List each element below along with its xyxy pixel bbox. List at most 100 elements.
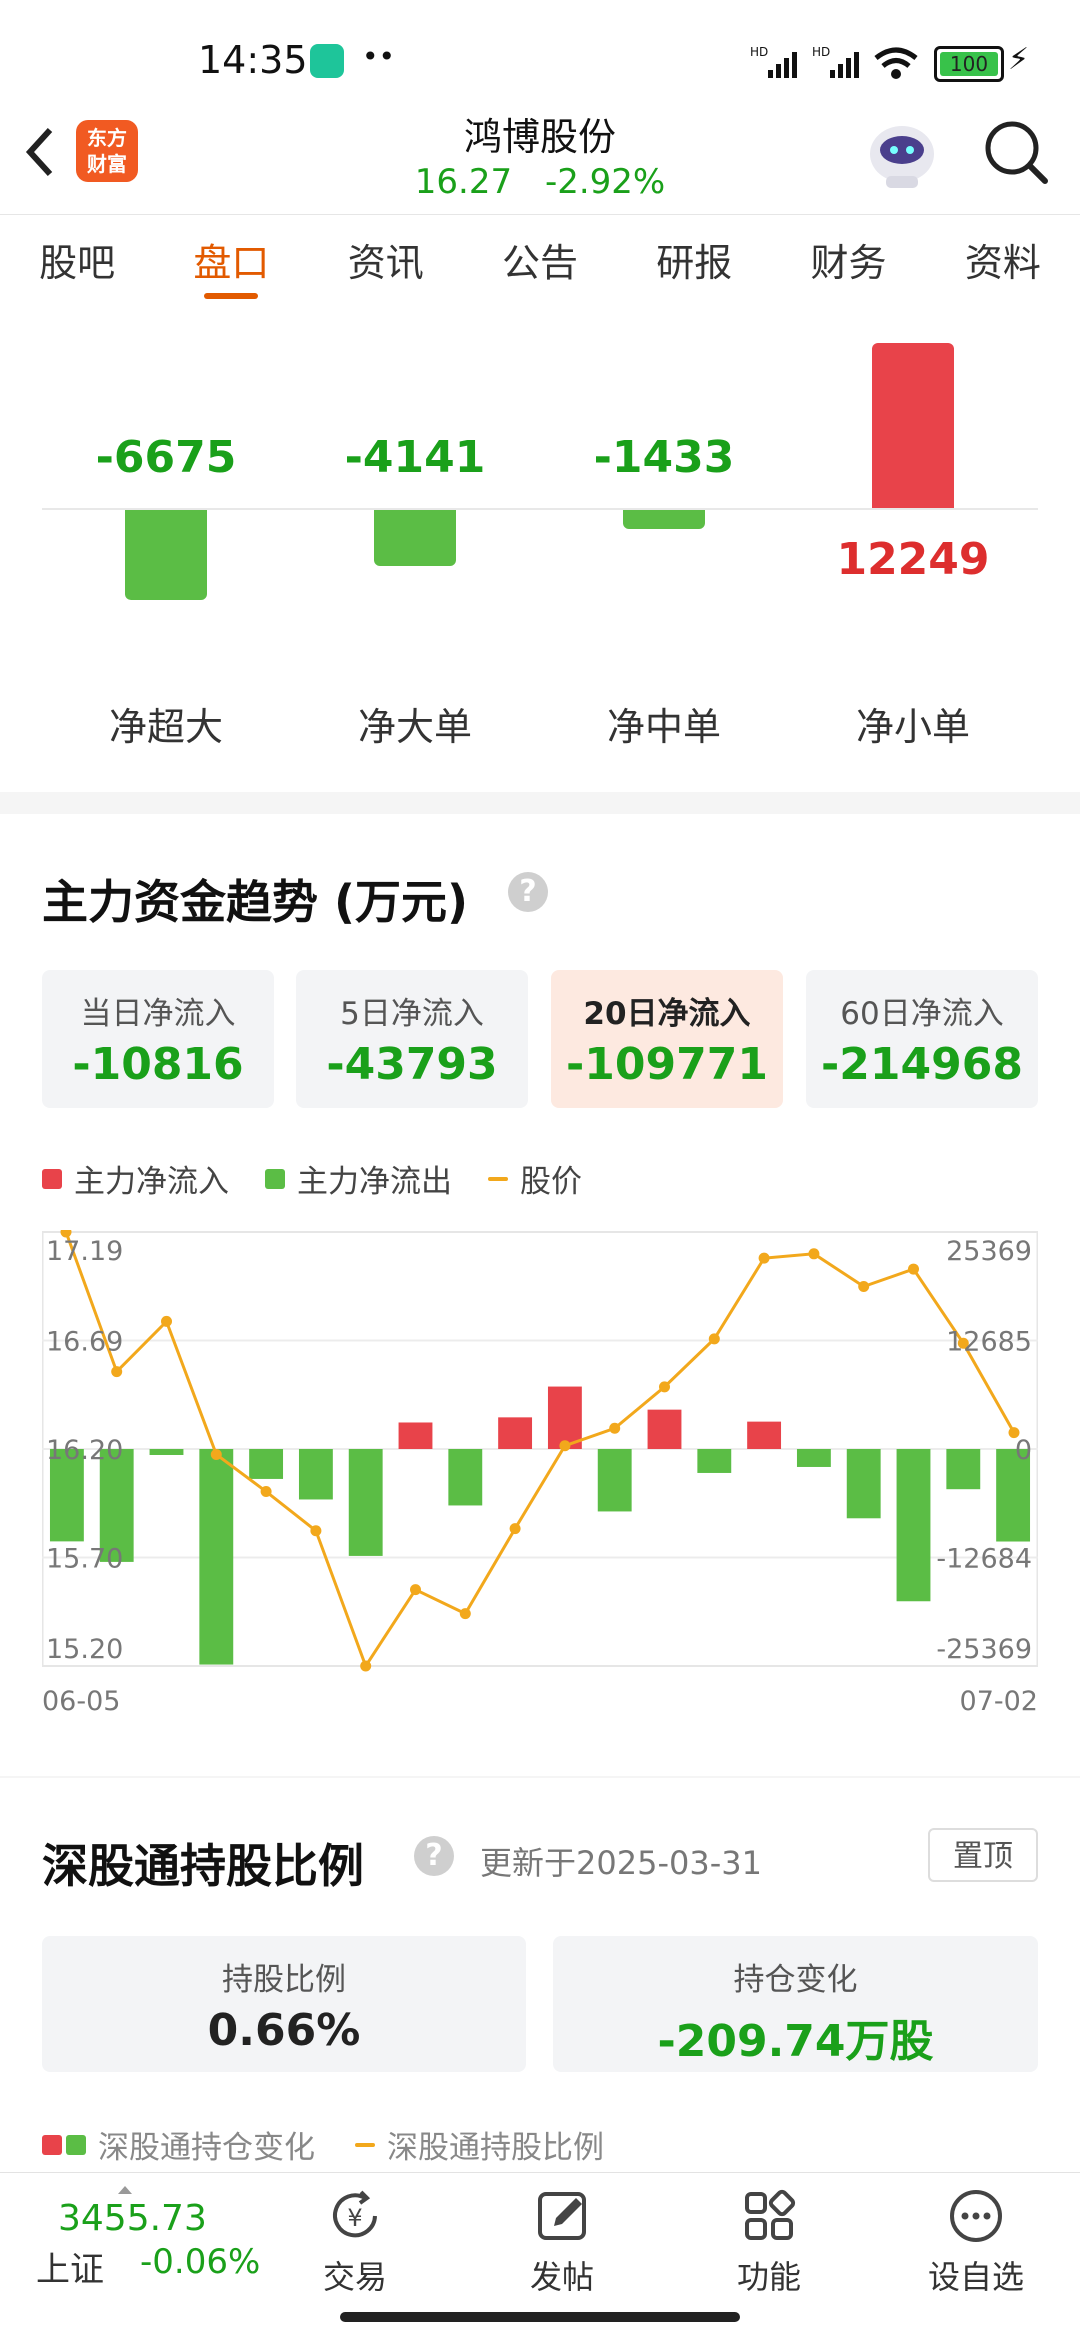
card-label: 60日净流入 <box>840 996 1004 1032</box>
price-point <box>410 1584 421 1596</box>
charging-icon: ⚡ <box>1008 42 1030 77</box>
nav-trade[interactable]: ¥ 交易 <box>280 2186 430 2298</box>
flow-bar <box>298 1449 333 1500</box>
battery-level: 100 <box>940 52 998 76</box>
tab-announcements[interactable]: 公告 <box>463 215 617 311</box>
holding-title: 深股通持股比例 <box>42 1839 364 1893</box>
net-flow-value-large: -4141 <box>344 432 486 483</box>
stock-change: -2.92% <box>544 162 666 202</box>
card-value: -209.74万股 <box>657 2016 934 2067</box>
price-point <box>908 1263 919 1275</box>
legend-holding-ratio: 深股通持股比例 <box>355 2122 604 2167</box>
svg-text:HD: HD <box>750 45 768 59</box>
x-end-label: 07-02 <box>960 1686 1038 1717</box>
price-point <box>708 1333 720 1345</box>
net-flow-bar-2 <box>623 510 705 530</box>
tab-finance[interactable]: 财务 <box>771 215 925 311</box>
right-tick-label: 0 <box>1015 1435 1032 1466</box>
holding-help-icon[interactable]: ? <box>414 1836 454 1876</box>
card-label: 20日净流入 <box>583 996 751 1032</box>
right-tick-label: 25369 <box>946 1236 1032 1267</box>
robot-assistant-icon[interactable] <box>862 116 942 192</box>
flow-bar <box>796 1449 831 1467</box>
right-tick-label: -25369 <box>936 1634 1032 1665</box>
flow-bar <box>199 1449 234 1665</box>
left-tick-label: 15.20 <box>46 1634 123 1665</box>
card-20day-inflow[interactable]: 20日净流入 -109771 <box>551 970 783 1108</box>
right-tick-label: -12684 <box>936 1544 1032 1575</box>
svg-text:HD: HD <box>812 45 830 59</box>
card-value: -10816 <box>72 1039 244 1090</box>
trend-chart[interactable]: 17.19 16.69 16.20 15.70 15.20 25369 12685 0 -126… <box>42 1230 1038 1720</box>
more-notifications-icon: •• <box>362 40 396 73</box>
flow-bar <box>249 1449 284 1479</box>
net-flow-bar-0 <box>125 510 207 600</box>
index-ticker[interactable]: 3455.73 上证 -0.06% <box>36 2186 276 2306</box>
tab-news[interactable]: 资讯 <box>309 215 463 311</box>
tab-bar: 股吧 盘口 资讯 公告 研报 财务 资料 <box>0 214 1080 312</box>
tab-profile[interactable]: 资料 <box>926 215 1080 311</box>
net-flow-label-super: 净超大 <box>108 705 223 749</box>
price-point <box>210 1448 222 1460</box>
flow-bar <box>149 1449 184 1455</box>
card-today-inflow[interactable]: 当日净流入 -10816 <box>42 970 274 1108</box>
flow-bar <box>498 1417 533 1449</box>
nav-label: 功能 <box>736 2258 801 2296</box>
net-flow-value-small: 12249 <box>836 534 990 585</box>
price-point <box>111 1366 123 1378</box>
nav-label: 设自选 <box>927 2258 1024 2296</box>
left-tick-label: 16.20 <box>46 1435 123 1466</box>
card-value: -43793 <box>326 1039 498 1090</box>
tab-research[interactable]: 研报 <box>617 215 771 311</box>
nav-add-watchlist[interactable]: 设自选 <box>901 2186 1051 2298</box>
price-point <box>808 1248 820 1260</box>
price-point <box>459 1608 471 1620</box>
card-60day-inflow[interactable]: 60日净流入 -214968 <box>806 970 1038 1108</box>
holding-legend: 深股通持仓变化 深股通持股比例 <box>42 2122 604 2167</box>
net-flow-value-super: -6675 <box>95 432 237 483</box>
trend-help-icon[interactable]: ? <box>508 872 548 912</box>
card-value: 0.66% <box>207 2005 361 2056</box>
nav-features[interactable]: 功能 <box>694 2186 844 2298</box>
search-icon[interactable] <box>982 118 1050 186</box>
index-up-marker <box>118 2186 132 2194</box>
flow-bar <box>398 1422 433 1449</box>
price-point <box>161 1315 172 1327</box>
card-label: 持股比例 <box>222 1962 346 1998</box>
legend-outflow: 主力净流出 <box>265 1156 452 1201</box>
card-value: -109771 <box>566 1039 768 1090</box>
flow-bar <box>547 1386 582 1449</box>
card-holding-change: 持仓变化 -209.74万股 <box>553 1936 1038 2072</box>
pin-button[interactable]: 置顶 <box>928 1828 1038 1882</box>
price-point <box>659 1381 670 1393</box>
flow-bar <box>597 1449 632 1512</box>
battery-icon: 100 <box>934 46 1004 82</box>
net-flow-label-large: 净大单 <box>357 705 472 749</box>
nav-label: 交易 <box>322 2258 387 2296</box>
home-indicator[interactable] <box>340 2312 740 2322</box>
edit-post-icon <box>538 2192 586 2240</box>
left-tick-label: 15.70 <box>46 1544 123 1575</box>
net-flow-bar-1 <box>374 510 456 566</box>
nav-post[interactable]: 发帖 <box>487 2186 637 2298</box>
right-tick-label: 12685 <box>946 1327 1032 1358</box>
legend-price: 股价 <box>488 1156 582 1201</box>
card-label: 5日净流入 <box>340 996 484 1032</box>
left-tick-label: 16.69 <box>46 1327 123 1358</box>
wifi-icon <box>874 47 918 79</box>
app-notification-icon <box>310 44 344 78</box>
card-label: 当日净流入 <box>80 996 236 1032</box>
trend-title: 主力资金趋势 (万元) <box>42 875 469 929</box>
card-holding-ratio: 持股比例 0.66% <box>42 1936 526 2072</box>
tab-pankou[interactable]: 盘口 <box>154 215 308 311</box>
grid-apps-icon <box>745 2189 796 2240</box>
card-value: -214968 <box>821 1039 1023 1090</box>
flow-bar <box>448 1449 483 1506</box>
price-point <box>360 1660 372 1672</box>
flow-bar <box>647 1409 682 1449</box>
price-point <box>609 1422 621 1434</box>
price-point <box>310 1525 322 1537</box>
tab-guba[interactable]: 股吧 <box>0 215 154 311</box>
price-point <box>559 1440 571 1452</box>
card-5day-inflow[interactable]: 5日净流入 -43793 <box>296 970 528 1108</box>
